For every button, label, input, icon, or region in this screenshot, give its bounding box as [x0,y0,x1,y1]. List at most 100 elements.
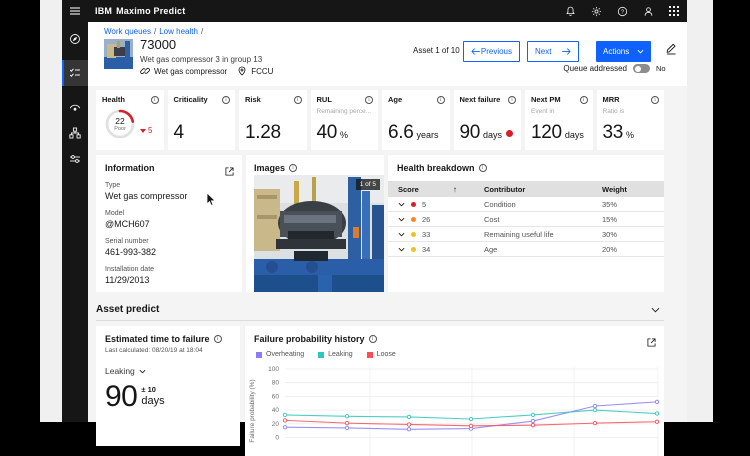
table-row[interactable]: 33 Remaining useful life 30% [388,227,664,242]
metric-value: 120 [531,122,562,143]
metric-unit: years [416,130,439,140]
asset-hierarchy-icon [69,127,81,139]
next-button[interactable]: Next [527,41,579,62]
failure-probability-history-card: 100 80 60 40 20 0 Failure probability (%) Fail… [245,326,664,456]
row-expand-chevron-icon[interactable] [398,232,405,237]
previous-button[interactable]: Previous [463,41,520,62]
compressor-photo-illustration [254,175,384,292]
etf-tolerance: ± 10 [141,385,156,394]
score-status-dot [411,201,416,207]
table-row[interactable]: 34 Age 20% [388,242,664,257]
breadcrumb-link-work-queues[interactable]: Work queues [104,27,151,36]
information-launch-icon[interactable] [225,163,234,181]
legend-item-overheating[interactable]: Overheating [256,351,304,358]
estimated-time-to-failure-card: Estimated time to failure Last calculate… [96,326,240,446]
images-info-icon[interactable] [289,164,298,172]
arrow-left-icon [471,48,480,55]
column-header-score[interactable]: Score ↑ [388,185,484,194]
sidebar-item-work-queues[interactable] [62,60,88,86]
column-header-weight[interactable]: Weight [602,185,664,194]
chart-launch-icon[interactable] [647,334,656,352]
sidebar-item-hierarchy[interactable] [62,120,88,146]
metric-value: 1.28 [245,122,281,143]
user-avatar-icon[interactable] [635,0,661,22]
image-counter-badge: 1 of 5 [355,179,380,190]
legend-label: Leaking [328,351,353,358]
notifications-bell-icon[interactable] [557,0,583,22]
score-status-dot [411,216,416,222]
product-name: Maximo Predict [116,6,186,16]
row-expand-chevron-icon[interactable] [398,247,405,252]
row-expand-chevron-icon[interactable] [398,202,405,207]
metric-card-mrr: MRR Ratio is 33% [596,90,664,150]
metric-subtitle: Event in [531,108,555,115]
asset-pager-label: Asset 1 of 10 [413,46,460,55]
failure-mode-value: Leaking [105,366,135,376]
app-switcher-icon[interactable] [661,0,687,22]
chart-info-icon[interactable] [368,335,377,343]
health-breakdown-info-icon[interactable] [478,164,487,172]
queue-addressed-state: No [656,64,666,73]
field-value: @MCH607 [105,219,150,229]
table-row[interactable]: 26 Cost 15% [388,212,664,227]
table-row[interactable]: 5 Condition 35% [388,197,664,212]
sidebar-item-configuration[interactable] [62,146,88,172]
information-panel: Information Type Wet gas compressor Model @… [96,155,242,292]
info-icon[interactable] [222,95,230,104]
metric-card-health: Health22Poor5 [96,90,164,150]
arrow-right-icon [562,48,571,55]
actions-dropdown-button[interactable]: Actions [596,41,651,62]
field-label: Model [105,210,125,217]
svg-text:Failure probability (%): Failure probability (%) [249,379,256,442]
failure-mode-dropdown[interactable]: Leaking [105,366,146,376]
info-icon[interactable] [579,95,588,104]
sidebar-item-monitor[interactable] [62,94,88,120]
help-icon[interactable]: ? [609,0,635,22]
etf-info-icon[interactable] [213,335,222,343]
information-title: Information [105,163,155,173]
info-icon[interactable] [436,95,445,104]
queue-addressed-label: Queue addressed [563,64,627,73]
info-icon[interactable] [651,95,659,104]
settings-gear-icon[interactable] [583,0,609,22]
metric-card-risk: Risk 1.28 [239,90,307,150]
edit-pencil-icon[interactable] [665,42,677,60]
weight-value: 20% [602,244,618,254]
sliders-settings-icon [70,155,80,163]
row-expand-chevron-icon[interactable] [398,217,405,222]
section-collapse-chevron-icon[interactable] [651,307,664,313]
legend-swatch [318,351,325,358]
metric-value: 4 [173,122,185,143]
info-icon[interactable] [365,95,373,104]
metric-card-next-pm: Next PM Event in 120days [525,90,593,150]
svg-text:60: 60 [272,393,280,400]
info-icon[interactable] [150,95,159,104]
metric-unit: days [564,130,584,140]
info-icon[interactable] [293,95,302,104]
table-body: 5 Condition 35% 26 Cost 15% 33 Remaining useful… [388,197,664,257]
legend-item-leaking[interactable]: Leaking [318,351,353,358]
column-header-contributor[interactable]: Contributor [484,185,602,194]
legend-item-loose[interactable]: Loose [366,351,396,358]
explore-compass-icon [70,34,80,44]
info-field: Serial number 461-993-382 [105,238,233,257]
score-status-dot [411,231,416,237]
legend-swatch [256,351,262,358]
screen: { "topbar": { "brand": "IBM", "product":… [0,0,750,456]
info-icon[interactable] [508,95,516,104]
svg-text:40: 40 [272,407,280,414]
weight-value: 35% [602,199,618,209]
sidebar-item-explore[interactable] [62,26,88,52]
breadcrumb-link-low-health[interactable]: Low health [159,27,198,36]
asset-photo[interactable]: 1 of 5 [254,175,384,292]
metric-value: 90 [459,122,481,143]
metric-value-row: 6.6 years [388,122,439,144]
hamburger-menu-icon[interactable] [62,0,88,22]
metric-value-row: 4 [173,122,185,144]
next-button-label: Next [535,47,552,56]
metric-card-rul: RUL Remaining perce... 40% [310,90,378,150]
health-score-gauge: 22 Poor [103,107,137,141]
alert-dot-icon [506,129,514,137]
info-field: Type Wet gas compressor [105,182,233,201]
queue-addressed-toggle[interactable] [633,64,650,73]
